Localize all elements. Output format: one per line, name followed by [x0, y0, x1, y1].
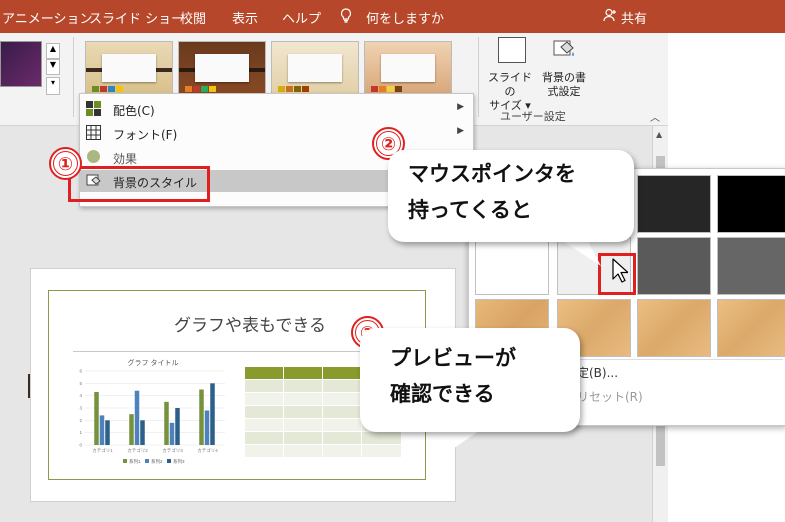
x-tick-label: カテゴリ1 — [92, 447, 113, 454]
slide-size-button[interactable]: スライドの サイズ ▾ — [484, 35, 536, 112]
variant-thumbnail-3[interactable] — [271, 41, 359, 97]
callout-preview-hint: プレビューが 確認できる — [360, 328, 580, 432]
callout-2-line-1: マウスポインタを — [408, 162, 576, 186]
bar-4-3 — [210, 383, 215, 445]
menu-item-label: 効果 — [113, 152, 138, 166]
submenu-arrow-icon: ▶ — [457, 102, 464, 112]
theme-scroll-up[interactable]: ▲ — [46, 43, 60, 59]
current-theme-thumbnail[interactable] — [0, 41, 42, 87]
slide-title-rule — [73, 351, 403, 352]
tab-animations[interactable]: アニメーション — [2, 8, 92, 27]
chart-bars — [94, 383, 215, 445]
tab-view[interactable]: 表示 — [232, 8, 258, 27]
highlight-background-styles — [68, 166, 210, 202]
chart-y-labels: 0 1 2 3 4 5 6 — [79, 369, 82, 448]
table-col-divider — [283, 367, 284, 457]
callout-3-line-2: 確認できる — [390, 382, 495, 406]
bar-3-2 — [169, 422, 175, 445]
x-tick-label: カテゴリ2 — [127, 447, 148, 454]
person-icon — [603, 8, 617, 26]
ribbon-tab-bar: アニメーション スライド ショー 校閲 表示 ヘルプ 何をしますか 共有 — [0, 0, 668, 33]
bg-style-wood-3[interactable] — [637, 299, 711, 357]
y-tick-label: 5 — [79, 381, 82, 386]
slide-size-icon — [498, 37, 526, 63]
step-1-marker: ① — [49, 147, 82, 180]
chart-legend: 系列1 系列2 系列3 — [123, 458, 185, 465]
share-button[interactable]: 共有 — [621, 8, 647, 27]
reset-background-item[interactable]: リセット(R) — [577, 388, 643, 405]
theme-gallery-more[interactable]: ▾ — [46, 77, 60, 95]
paint-bucket-icon — [552, 39, 574, 59]
legend-swatch-3 — [167, 459, 171, 463]
bar-3-1 — [164, 401, 169, 445]
y-tick-label: 6 — [79, 369, 82, 374]
bar-1-2 — [99, 415, 105, 445]
format-bg-label-2: 式設定 — [547, 85, 581, 98]
bar-1-1 — [94, 391, 99, 445]
table-col-divider — [322, 367, 323, 457]
callout-2-line-2: 持ってくると — [408, 198, 532, 222]
y-tick-label: 2 — [79, 418, 82, 423]
chart-title: グラフ タイトル — [128, 358, 179, 367]
tab-help[interactable]: ヘルプ — [282, 8, 321, 27]
chart-x-labels: カテゴリ1 カテゴリ2 カテゴリ3 カテゴリ4 — [92, 447, 218, 454]
format-background-button[interactable]: 背景の書 式設定 — [538, 35, 590, 103]
color-palette-icon — [86, 101, 101, 116]
bg-style-white-2[interactable] — [475, 237, 549, 295]
y-tick-label: 3 — [79, 406, 82, 411]
bg-style-dark-gray[interactable] — [637, 175, 711, 233]
bar-3-3 — [175, 408, 180, 445]
format-background-item[interactable]: 定(B)... — [577, 364, 618, 381]
bar-1-3 — [105, 420, 110, 445]
menu-item-fonts[interactable]: フォント(F) ▶ — [80, 122, 473, 144]
x-tick-label: カテゴリ4 — [197, 447, 218, 454]
bg-style-gray[interactable] — [717, 237, 785, 295]
bar-4-1 — [199, 389, 204, 445]
bg-style-mid-gray[interactable] — [637, 237, 711, 295]
legend-label-1: 系列1 — [129, 458, 141, 465]
variant-thumbnail-2[interactable] — [178, 41, 266, 97]
divider — [478, 37, 479, 117]
effects-icon — [86, 149, 101, 164]
table-row — [245, 432, 401, 444]
legend-label-3: 系列3 — [173, 458, 185, 465]
font-grid-icon — [86, 125, 101, 140]
y-tick-label: 4 — [79, 393, 82, 398]
variant-thumbnail-4[interactable] — [364, 41, 452, 97]
callout-3-line-1: プレビューが — [390, 346, 516, 370]
divider — [73, 37, 74, 117]
submenu-arrow-icon: ▶ — [457, 126, 464, 136]
lightbulb-icon — [340, 8, 352, 27]
mouse-pointer-icon — [612, 258, 629, 288]
tab-slideshow[interactable]: スライド ショー — [89, 8, 184, 27]
variant-thumbnail-1[interactable] — [85, 41, 173, 97]
y-tick-label: 0 — [79, 443, 82, 448]
bar-4-2 — [204, 410, 210, 445]
table-row — [245, 445, 401, 457]
customize-group-label: ユーザー設定 — [500, 110, 566, 123]
menu-item-label: フォント(F) — [113, 128, 178, 142]
legend-swatch-2 — [145, 459, 149, 463]
menu-item-label: 配色(C) — [113, 104, 155, 118]
menu-item-colors[interactable]: 配色(C) ▶ — [80, 98, 473, 120]
bg-style-black[interactable] — [717, 175, 785, 233]
x-tick-label: カテゴリ3 — [162, 447, 183, 454]
title-bar-extension — [668, 0, 785, 33]
slide-size-label-1: スライドの — [488, 71, 532, 98]
bar-2-3 — [140, 420, 145, 445]
clustered-bar-chart[interactable]: グラフ タイトル カテゴリ1 カテゴリ2 カテゴリ3 カテゴリ4 0 1 2 3 4 5 6 系列… — [73, 355, 233, 469]
collapse-ribbon-icon[interactable]: ︿ — [650, 109, 660, 124]
legend-swatch-1 — [123, 459, 127, 463]
bar-2-2 — [134, 390, 140, 445]
legend-label-2: 系列2 — [151, 458, 163, 465]
bg-style-wood-4[interactable] — [717, 299, 785, 357]
bar-2-1 — [129, 414, 134, 445]
format-bg-label-1: 背景の書 — [542, 71, 586, 84]
theme-scroll-down[interactable]: ▼ — [46, 59, 60, 75]
tab-review[interactable]: 校閲 — [180, 8, 206, 27]
y-tick-label: 1 — [79, 430, 82, 435]
callout-pointer-hint: マウスポインタを 持ってくると — [388, 150, 634, 242]
tell-me-search[interactable]: 何をしますか — [366, 8, 444, 27]
